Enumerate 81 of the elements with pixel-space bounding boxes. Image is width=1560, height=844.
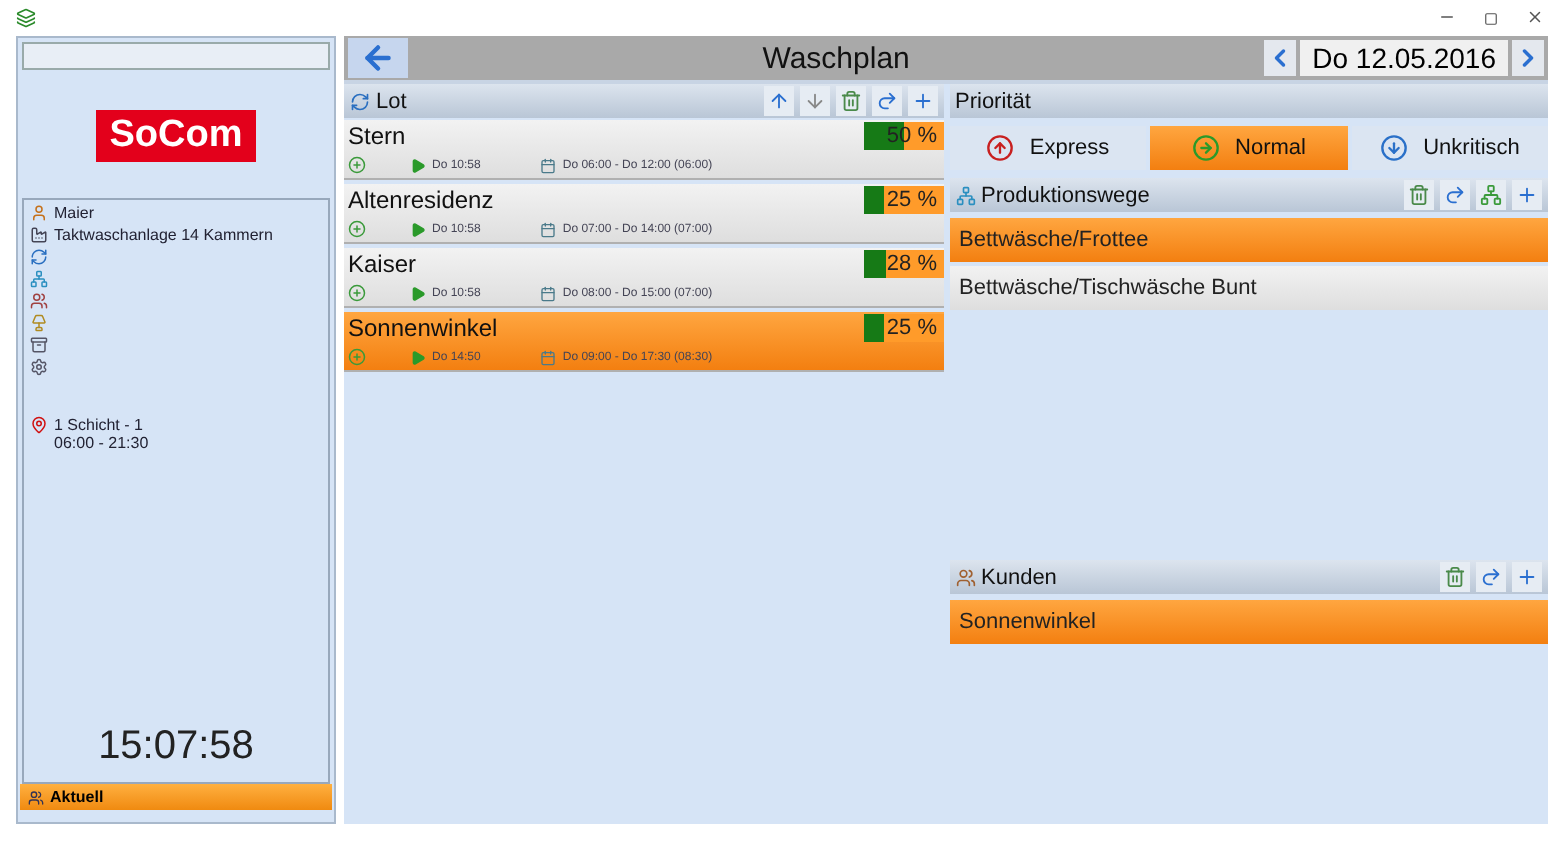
lot-name: Stern — [348, 122, 408, 150]
trash-icon — [839, 90, 861, 112]
down-arrow-icon — [803, 90, 825, 112]
previous-button[interactable] — [1264, 40, 1297, 76]
route-item[interactable]: Bettwäsche/Tischwäsche Bunt — [949, 266, 1548, 310]
play-icon — [410, 349, 426, 365]
date-display: Do 12.05.2016 — [1300, 40, 1508, 76]
network-icon — [955, 185, 975, 205]
network-button[interactable] — [1476, 180, 1506, 210]
gear-icon — [30, 358, 48, 376]
lot-name: Kaiser — [348, 250, 419, 278]
redo-icon — [1444, 184, 1466, 206]
machine-icon — [30, 226, 48, 244]
next-button[interactable] — [1512, 40, 1544, 76]
info-text: Maier — [54, 204, 95, 222]
plus-icon — [911, 90, 933, 112]
user-icon — [30, 204, 48, 222]
network-icon — [1480, 184, 1502, 206]
route-item[interactable]: Bettwäsche/Frottee — [949, 218, 1548, 262]
play-icon — [410, 285, 426, 301]
play-icon — [410, 221, 426, 237]
logo: SoCom — [95, 110, 257, 162]
redo-button[interactable] — [1476, 562, 1506, 592]
up-arrow-icon — [767, 90, 789, 112]
routes-header: Produktionswege — [949, 178, 1548, 212]
lot-header: Lot — [344, 84, 943, 118]
priority-option[interactable]: Normal — [1150, 126, 1347, 170]
refresh-icon — [350, 91, 370, 111]
network-icon — [30, 270, 48, 288]
input-field[interactable] — [22, 42, 330, 70]
percent-text: 28 % — [886, 252, 937, 276]
lot-name: Altenresidenz — [348, 186, 496, 214]
info-text: Taktwaschanlage 14 Kammern — [54, 226, 273, 244]
status-text: Aktuell — [50, 788, 104, 806]
calendar-icon — [540, 157, 557, 173]
people-icon — [30, 292, 48, 310]
lamp-icon — [30, 314, 48, 332]
people-icon — [28, 789, 44, 805]
trash-button[interactable] — [1404, 180, 1434, 210]
status-bar[interactable]: Aktuell — [20, 784, 332, 810]
calendar-icon — [540, 221, 557, 237]
box-icon — [30, 336, 48, 354]
clock: 15:07:58 — [96, 722, 256, 772]
percent-text: 25 % — [886, 316, 937, 340]
refresh-icon — [30, 248, 48, 266]
priority-option[interactable]: Unkritisch — [1351, 126, 1548, 170]
plus-button[interactable] — [1512, 180, 1542, 210]
trash-icon — [1408, 184, 1430, 206]
play-icon — [410, 157, 426, 173]
plus-icon[interactable] — [348, 284, 366, 302]
plus-icon[interactable] — [348, 156, 366, 174]
plus-icon — [1516, 184, 1538, 206]
down-arrow-button[interactable] — [799, 86, 829, 116]
lot-name: Sonnenwinkel — [348, 314, 500, 342]
pin-icon — [30, 416, 48, 434]
redo-button[interactable] — [1440, 180, 1470, 210]
trash-icon — [1444, 566, 1466, 588]
back-button[interactable] — [348, 38, 408, 78]
priority-option[interactable]: Express — [949, 126, 1146, 170]
up-arrow-button[interactable] — [763, 86, 793, 116]
redo-icon — [1480, 566, 1502, 588]
plus-button[interactable] — [1512, 562, 1542, 592]
people-icon — [955, 567, 975, 587]
info-text: 1 Schicht - 1 06:00 - 21:30 — [54, 416, 149, 452]
redo-button[interactable] — [871, 86, 901, 116]
priority-header: Priorität — [949, 84, 1548, 118]
calendar-icon — [540, 285, 557, 301]
customers-header: Kunden — [949, 560, 1548, 594]
calendar-icon — [540, 349, 557, 365]
trash-button[interactable] — [1440, 562, 1470, 592]
percent-text: 25 % — [886, 188, 937, 212]
trash-button[interactable] — [835, 86, 865, 116]
plus-icon[interactable] — [348, 220, 366, 238]
page-title: Waschplan — [760, 41, 912, 75]
maximize-icon[interactable] — [1484, 12, 1498, 26]
plus-button[interactable] — [907, 86, 937, 116]
close-icon[interactable] — [1526, 8, 1544, 26]
app-icon — [16, 8, 36, 28]
redo-icon — [875, 90, 897, 112]
plus-icon — [1516, 566, 1538, 588]
customer-item[interactable]: Sonnenwinkel — [949, 600, 1548, 644]
